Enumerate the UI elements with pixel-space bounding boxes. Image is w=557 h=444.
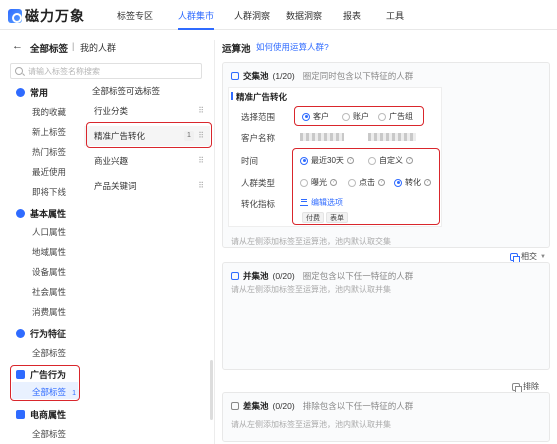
card-title: 精准广告转化 (236, 92, 288, 102)
drag-handle-icon[interactable]: ⠿ (198, 101, 204, 121)
union-pool: 并集池 (0/20) 圈定包含以下任一特征的人群 请从左侧添加标签至运算池，池内… (222, 262, 550, 370)
logo[interactable]: 磁力万象 (8, 6, 85, 26)
category-group-behavior[interactable]: 行为特征 (16, 327, 66, 340)
union-pool-header: 并集池 (0/20) 圈定包含以下任一特征的人群 (231, 270, 413, 282)
category-item-region[interactable]: 地域属性 (32, 246, 66, 258)
masked-customer-name-2 (368, 133, 416, 141)
category-item-hot[interactable]: 热门标签 (32, 146, 66, 158)
scrollbar[interactable] (210, 360, 213, 420)
masked-customer-name (300, 133, 344, 141)
pool-count: (0/20) (272, 271, 295, 281)
nav-item-reports[interactable]: 报表 (343, 9, 361, 22)
category-item-offline-soon[interactable]: 即将下线 (32, 186, 66, 198)
drag-handle-icon[interactable]: ⠿ (198, 176, 204, 196)
tag-business-interest[interactable]: 商业兴趣 ⠿ (84, 151, 210, 171)
breadcrumb-separator: | (72, 41, 75, 51)
tag-product-keyword[interactable]: 产品关键词 ⠿ (84, 176, 210, 196)
category-item-behavior-all[interactable]: 全部标签 (32, 347, 66, 359)
logo-icon (8, 9, 22, 23)
pool-title: 并集池 (243, 271, 269, 281)
help-link[interactable]: 如何使用运算人群? (256, 41, 329, 53)
union-icon (231, 272, 239, 280)
search-input[interactable] (28, 66, 198, 76)
difference-icon (231, 402, 239, 410)
scope-label: 选择范围 (241, 112, 276, 122)
pool-count: (0/20) (272, 401, 295, 411)
highlight-box-conditions (292, 148, 440, 225)
conversion-metric-label: 转化指标 (241, 199, 276, 209)
toggle-label: 排除 (523, 382, 539, 391)
operation-pool-title: 运算池 (222, 44, 251, 55)
category-group-ecommerce[interactable]: 电商属性 (16, 408, 66, 421)
pool-hint: 请从左侧添加标签至运算池，池内默认取并集 (231, 285, 391, 294)
tag-label: 产品关键词 (94, 181, 137, 191)
nav-item-tools[interactable]: 工具 (386, 9, 404, 22)
behavior-icon (16, 329, 25, 338)
card-title-accent (231, 92, 233, 100)
selectable-tags-title: 全部标签可选标签 (92, 86, 161, 96)
common-icon (16, 88, 25, 97)
pool-hint: 请从左侧添加标签至运算池，池内默认取并集 (231, 420, 391, 429)
tag-label: 行业分类 (94, 106, 129, 116)
tag-industry-category[interactable]: 行业分类 ⠿ (84, 101, 210, 121)
customer-name-label: 客户名称 (241, 133, 276, 143)
category-group-label: 行为特征 (30, 329, 67, 339)
category-group-label: 常用 (30, 88, 49, 98)
drag-handle-icon[interactable]: ⠿ (198, 151, 204, 171)
category-item-recent[interactable]: 最近使用 (32, 166, 66, 178)
nav-item-tag-zone[interactable]: 标签专区 (117, 9, 153, 22)
basic-attribute-icon (16, 209, 25, 218)
tag-search-box[interactable] (10, 63, 202, 79)
category-item-device[interactable]: 设备属性 (32, 266, 66, 278)
difference-pool-header: 差集池 (0/20) 排除包含以下任一特征的人群 (231, 400, 413, 412)
search-icon (15, 67, 23, 75)
chevron-down-icon: ▼ (540, 253, 546, 260)
category-group-label: 电商属性 (30, 410, 67, 420)
category-item-social[interactable]: 社会属性 (32, 286, 66, 298)
difference-pool: 差集池 (0/20) 排除包含以下任一特征的人群 请从左侧添加标签至运算池，池内… (222, 392, 550, 442)
intersect-icon (510, 252, 520, 263)
category-item-new[interactable]: 新上标签 (32, 126, 66, 138)
intersection-pool-header: 交集池 (1/20) 圈定同时包含以下特征的人群 (231, 70, 413, 82)
highlight-box-ad-behavior (10, 365, 80, 401)
pool-description: 圈定同时包含以下特征的人群 (302, 71, 414, 81)
my-crowd-link[interactable]: 我的人群 (80, 41, 116, 54)
crowd-type-label: 人群类型 (241, 178, 276, 188)
category-item-demographics[interactable]: 人口属性 (32, 226, 66, 238)
pool-title: 交集池 (243, 71, 269, 81)
category-item-favorites[interactable]: 我的收藏 (32, 106, 66, 118)
page-title: 全部标签 (30, 44, 69, 55)
time-label: 时间 (241, 156, 259, 166)
nav-item-crowd-insight[interactable]: 人群洞察 (234, 9, 270, 22)
pool-description: 圈定包含以下任一特征的人群 (302, 271, 414, 281)
nav-item-data-insight[interactable]: 数据洞察 (286, 9, 322, 22)
exclude-toggle[interactable]: 排除 (512, 381, 539, 393)
ecommerce-icon (16, 410, 25, 419)
category-item-consumption[interactable]: 消费属性 (32, 306, 66, 318)
arrow-left-icon[interactable]: ← (12, 40, 23, 52)
top-nav: 磁力万象 标签专区 人群集市 人群洞察 数据洞察 报表 工具 (0, 0, 557, 30)
exclude-icon (512, 382, 522, 393)
column-divider (214, 40, 215, 444)
category-group-label: 基本属性 (30, 209, 67, 219)
category-group-common[interactable]: 常用 (16, 86, 48, 99)
nav-item-crowd-market[interactable]: 人群集市 (178, 9, 215, 30)
pool-hint: 请从左侧添加标签至运算池，池内默认取交集 (231, 237, 391, 246)
category-item-ecommerce-all[interactable]: 全部标签 (32, 428, 66, 440)
pool-count: (1/20) (272, 71, 295, 81)
pool-description: 排除包含以下任一特征的人群 (302, 401, 414, 411)
tag-label: 商业兴趣 (94, 156, 129, 166)
toggle-label: 相交 (521, 252, 537, 261)
intersection-icon (231, 72, 239, 80)
category-group-basic[interactable]: 基本属性 (16, 207, 66, 220)
highlight-box-ad-conversion (86, 122, 212, 148)
highlight-box-scope (294, 106, 424, 126)
pool-title: 差集池 (243, 401, 269, 411)
logo-text: 磁力万象 (25, 8, 85, 24)
intersect-toggle[interactable]: 相交 ▼ (510, 251, 546, 263)
